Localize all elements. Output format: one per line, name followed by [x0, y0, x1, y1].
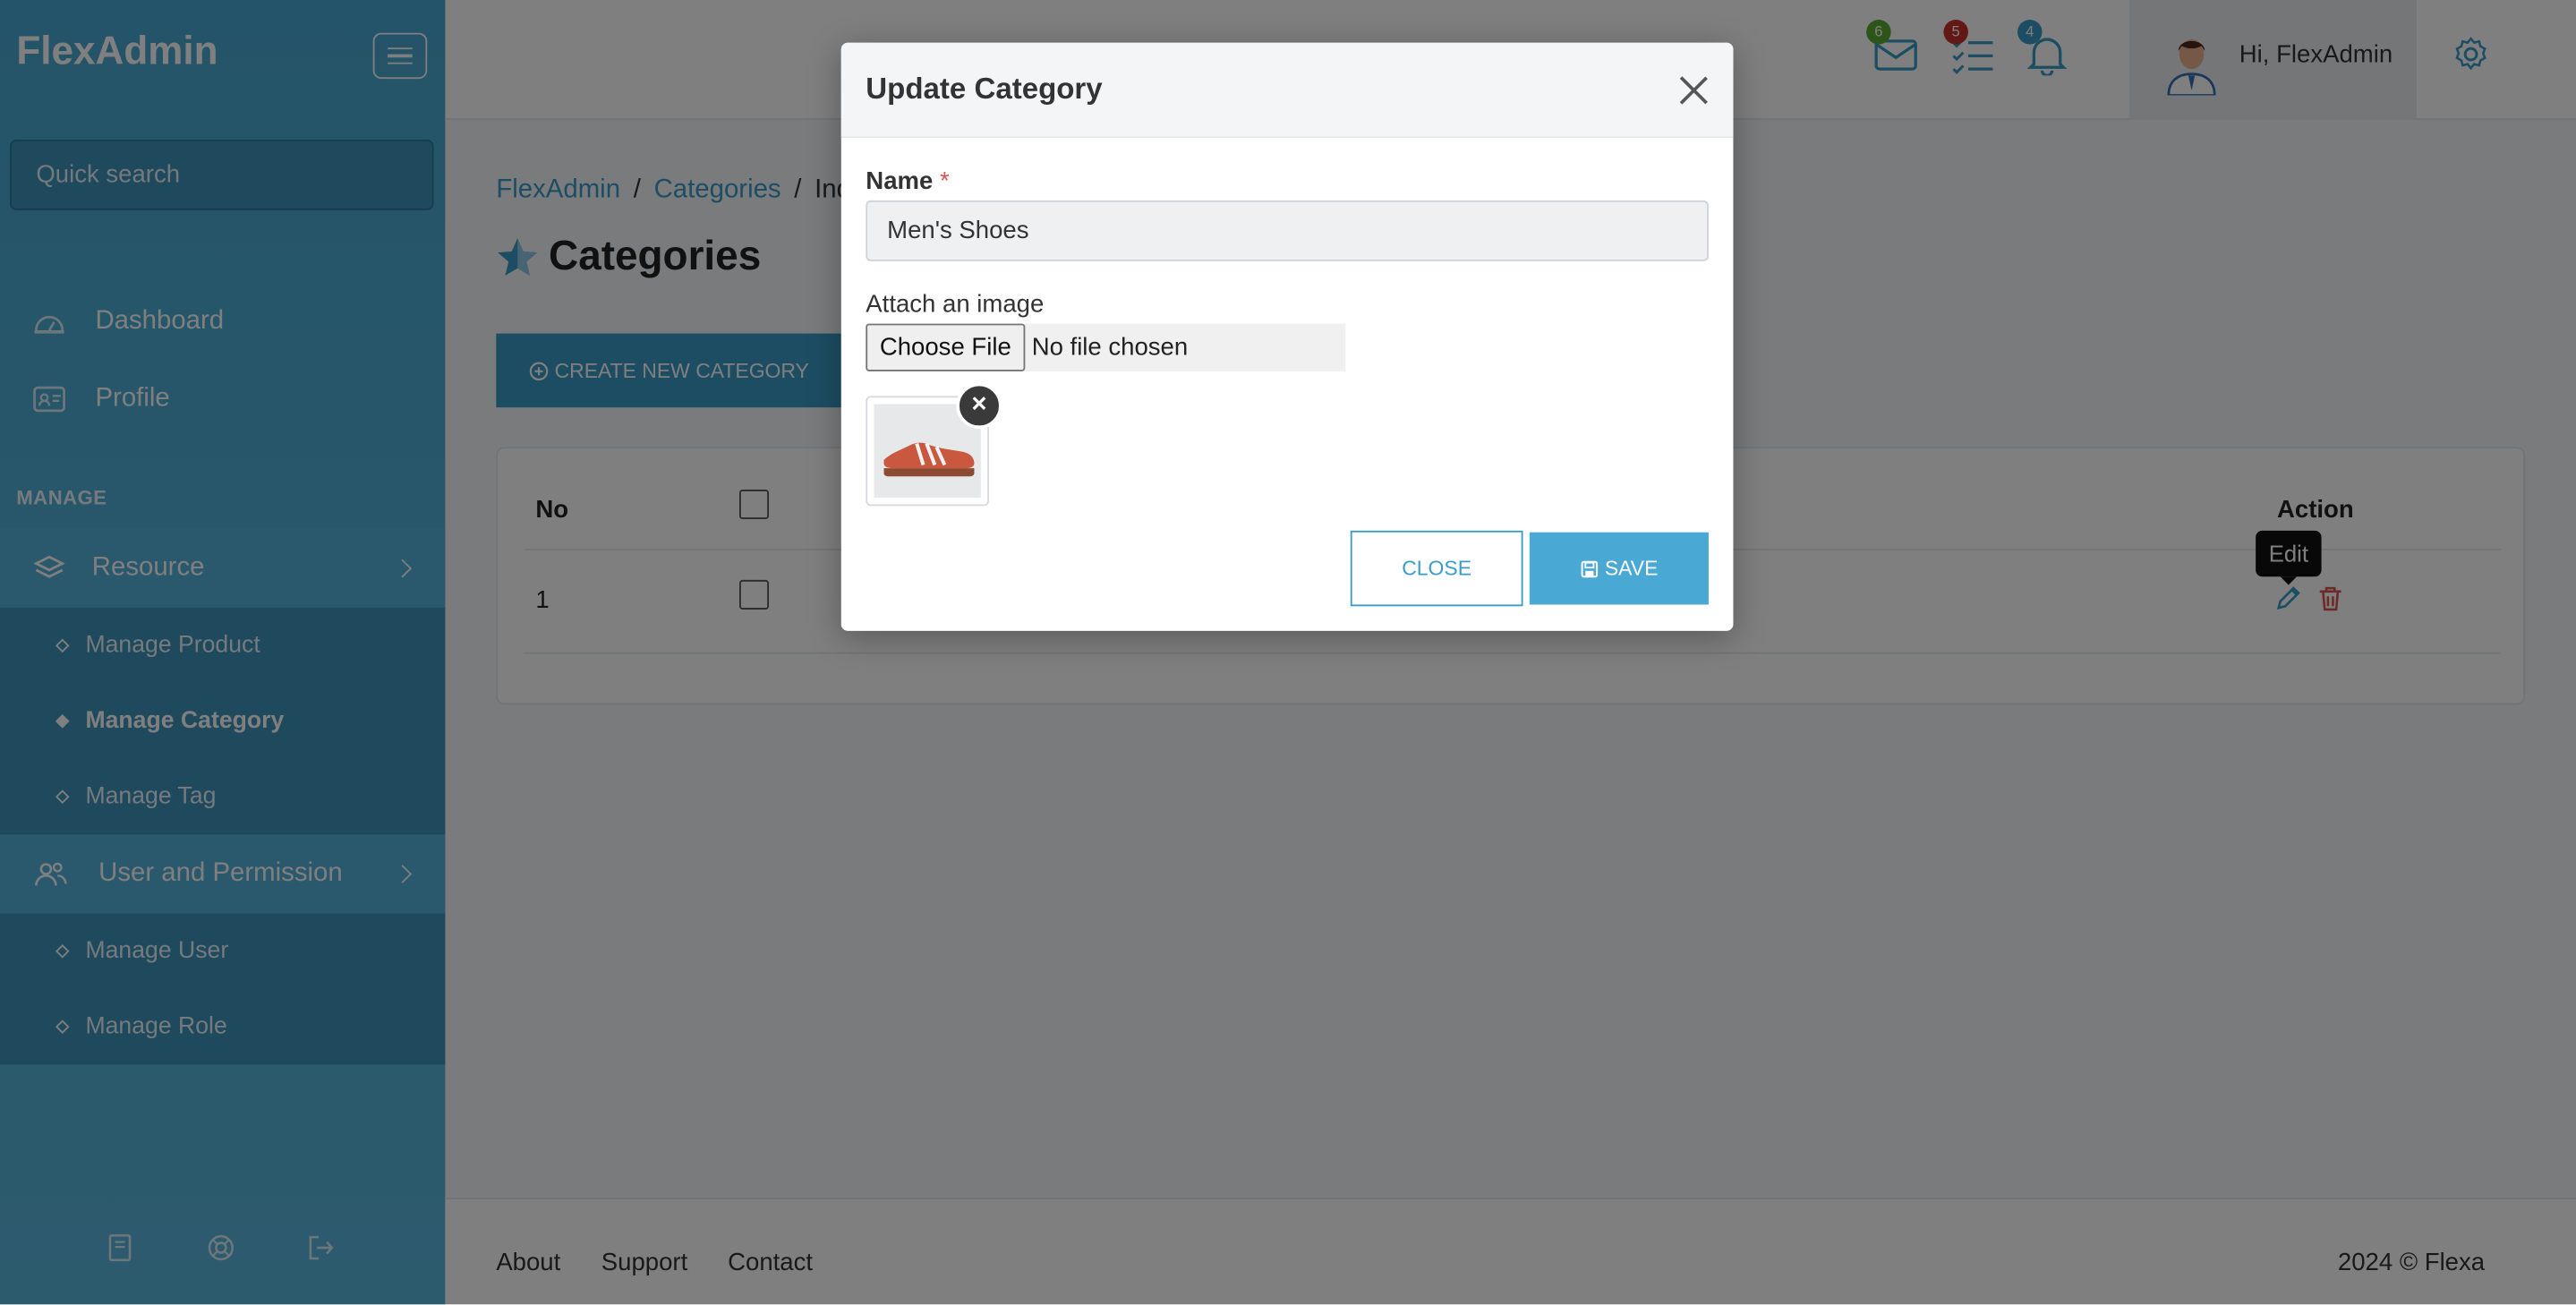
modal-title: Update Category: [866, 72, 1103, 106]
image-label: Attach an image: [866, 290, 1045, 320]
category-name-input[interactable]: [866, 200, 1709, 261]
save-button-label: SAVE: [1604, 557, 1659, 580]
save-button[interactable]: SAVE: [1529, 532, 1709, 605]
required-mark: *: [939, 167, 950, 196]
remove-image-icon[interactable]: ×: [956, 382, 1002, 430]
close-icon[interactable]: [1679, 75, 1709, 105]
app-root: FlexAdmin Dashboard Profile MANAGE Resou…: [0, 0, 2576, 1305]
file-input[interactable]: Choose File No file chosen: [866, 323, 1346, 371]
close-button[interactable]: CLOSE: [1350, 530, 1523, 607]
choose-file-button[interactable]: Choose File: [866, 323, 1026, 371]
floppy-disk-icon: [1581, 559, 1598, 577]
name-label: Name *: [866, 167, 949, 195]
modal-header: Update Category: [840, 42, 1734, 139]
name-label-text: Name: [866, 167, 934, 196]
file-status: No file chosen: [1031, 333, 1189, 362]
update-category-modal: Update Category Name * Attach an image C…: [840, 42, 1734, 631]
